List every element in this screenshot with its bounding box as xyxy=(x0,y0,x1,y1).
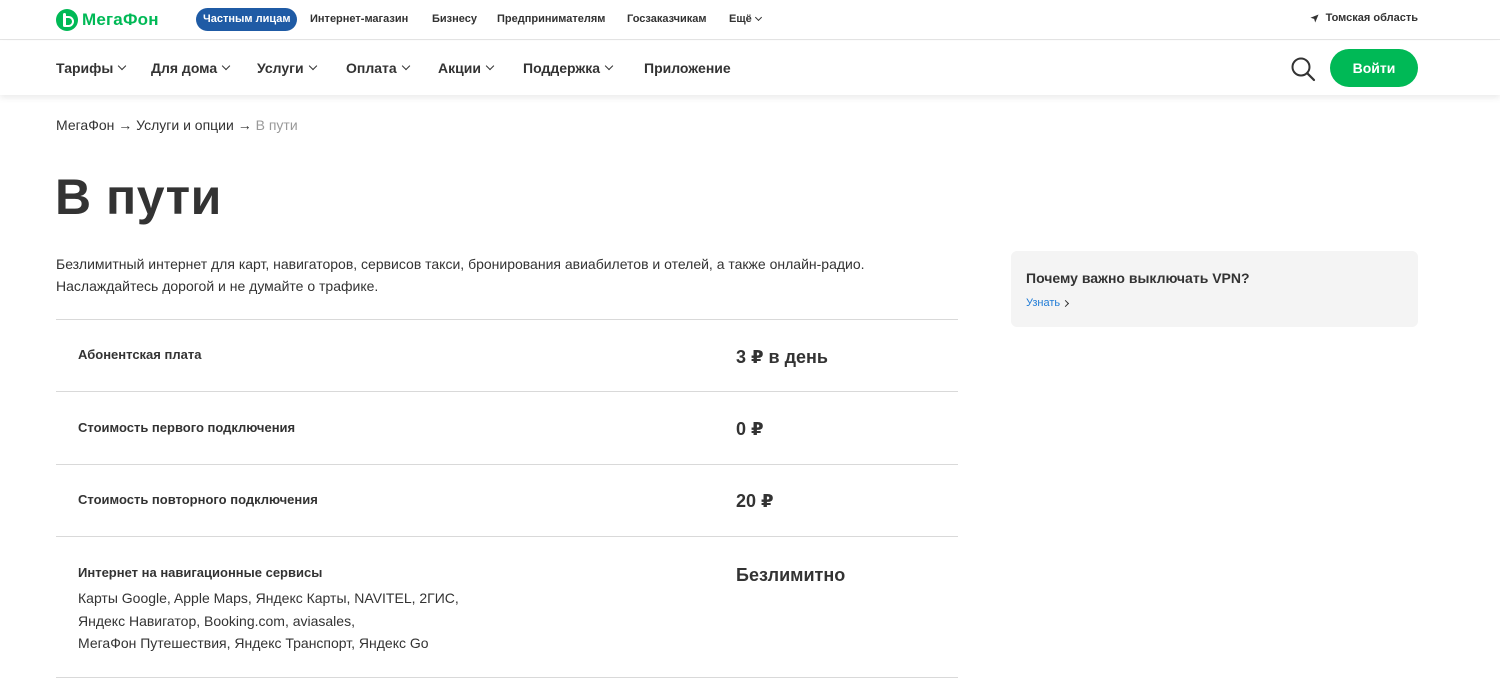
segment-entrepreneurs[interactable]: Предпринимателям xyxy=(497,13,605,25)
chevron-down-icon xyxy=(118,61,127,71)
chevron-down-icon xyxy=(221,61,231,71)
login-button[interactable]: Войти xyxy=(1330,49,1418,87)
param-detail-line: МегаФон Путешествия, Яндекс Транспорт, Я… xyxy=(78,635,429,651)
nav-item-label: Акции xyxy=(438,60,481,76)
megafon-logo[interactable]: МегаФон xyxy=(56,8,159,32)
params-row: Интернет на навигационные сервисы Безлим… xyxy=(56,536,958,678)
nav-item-label: Оплата xyxy=(346,60,397,76)
breadcrumb: МегаФон → Услуги и опции → В пути xyxy=(56,117,298,133)
breadcrumb-link-home[interactable]: МегаФон xyxy=(56,117,114,133)
params-table: Абонентская плата 3 ₽ в день Стоимость п… xyxy=(56,319,958,678)
breadcrumb-separator: → xyxy=(237,117,252,133)
nav-item-label: Для дома xyxy=(151,60,218,76)
param-label: Интернет на навигационные сервисы xyxy=(78,565,323,580)
param-detail-line: Яндекс Навигатор, Booking.com, aviasales… xyxy=(78,612,355,629)
chevron-right-icon xyxy=(1062,299,1070,307)
param-value: 0 ₽ xyxy=(736,419,764,439)
description-line: Безлимитный интернет для карт, навигатор… xyxy=(56,256,865,272)
nav-item-services[interactable]: Услуги xyxy=(257,60,317,76)
param-details: Карты Google, Apple Maps, Яндекс Карты, … xyxy=(78,587,498,655)
chevron-down-icon xyxy=(604,61,614,71)
logo-text: МегаФон xyxy=(82,10,159,29)
nav-item-tariffs[interactable]: Тарифы xyxy=(56,60,127,76)
param-value: Безлимитно xyxy=(736,565,846,585)
param-label: Стоимость повторного подключения xyxy=(78,492,318,507)
param-value: 3 ₽ в день xyxy=(736,347,828,367)
segment-business[interactable]: Бизнесу xyxy=(432,13,477,25)
region-label: Томская область xyxy=(1325,12,1418,24)
nav-item-label: Услуги xyxy=(257,60,304,76)
param-detail-line: Карты Google, Apple Maps, Яндекс Карты, … xyxy=(78,590,459,606)
segment-government[interactable]: Госзаказчикам xyxy=(627,13,707,25)
segment-shop[interactable]: Интернет-магазин xyxy=(310,13,408,25)
param-label: Стоимость первого подключения xyxy=(78,420,296,435)
segment-private[interactable]: Частным лицам xyxy=(196,8,298,31)
description-line: Наслаждайтесь дорогой и не думайте о тра… xyxy=(56,278,379,294)
nav-item-app[interactable]: Приложение xyxy=(644,60,731,76)
param-label: Абонентская плата xyxy=(78,347,202,362)
vpn-info-card: Почему важно выключать VPN? Узнать xyxy=(1011,251,1418,327)
breadcrumb-separator: → xyxy=(118,117,133,133)
segment-more-label: Ещё xyxy=(729,13,752,25)
top-bar: МегаФон Частным лицам Интернет-магазин Б… xyxy=(0,0,1500,40)
chevron-down-icon xyxy=(485,61,495,71)
page-title: В пути xyxy=(55,169,222,225)
chevron-down-icon xyxy=(308,61,317,71)
breadcrumb-link-services[interactable]: Услуги и опции xyxy=(136,117,234,133)
vpn-link-label: Узнать xyxy=(1026,297,1061,309)
nav-item-payment[interactable]: Оплата xyxy=(346,60,410,76)
main-nav: Тарифы Для дома Услуги Оплата Акции Подд… xyxy=(0,41,1500,95)
search-icon[interactable] xyxy=(1290,56,1316,82)
nav-item-label: Поддержка xyxy=(523,60,601,76)
page-description: Безлимитный интернет для карт, навигатор… xyxy=(56,253,956,297)
vpn-learn-more-link[interactable]: Узнать xyxy=(1026,297,1070,309)
region-selector[interactable]: Томская область xyxy=(1310,12,1418,24)
breadcrumb-current: В пути xyxy=(255,117,298,133)
nav-item-promotions[interactable]: Акции xyxy=(438,60,495,76)
nav-item-label: Тарифы xyxy=(56,60,114,76)
chevron-down-icon xyxy=(754,13,762,22)
location-arrow-icon xyxy=(1310,13,1319,23)
params-row: Стоимость первого подключения 0 ₽ xyxy=(56,391,958,464)
nav-item-label: Приложение xyxy=(644,60,731,76)
nav-item-support[interactable]: Поддержка xyxy=(523,60,614,76)
param-value: 20 ₽ xyxy=(736,491,774,511)
vpn-card-title: Почему важно выключать VPN? xyxy=(1026,270,1250,286)
params-row: Абонентская плата 3 ₽ в день xyxy=(56,319,958,391)
chevron-down-icon xyxy=(401,61,410,71)
nav-item-home[interactable]: Для дома xyxy=(151,60,231,76)
params-row: Стоимость повторного подключения 20 ₽ xyxy=(56,464,958,536)
segment-more[interactable]: Ещё xyxy=(729,13,762,25)
megafon-logo-icon xyxy=(56,9,78,31)
